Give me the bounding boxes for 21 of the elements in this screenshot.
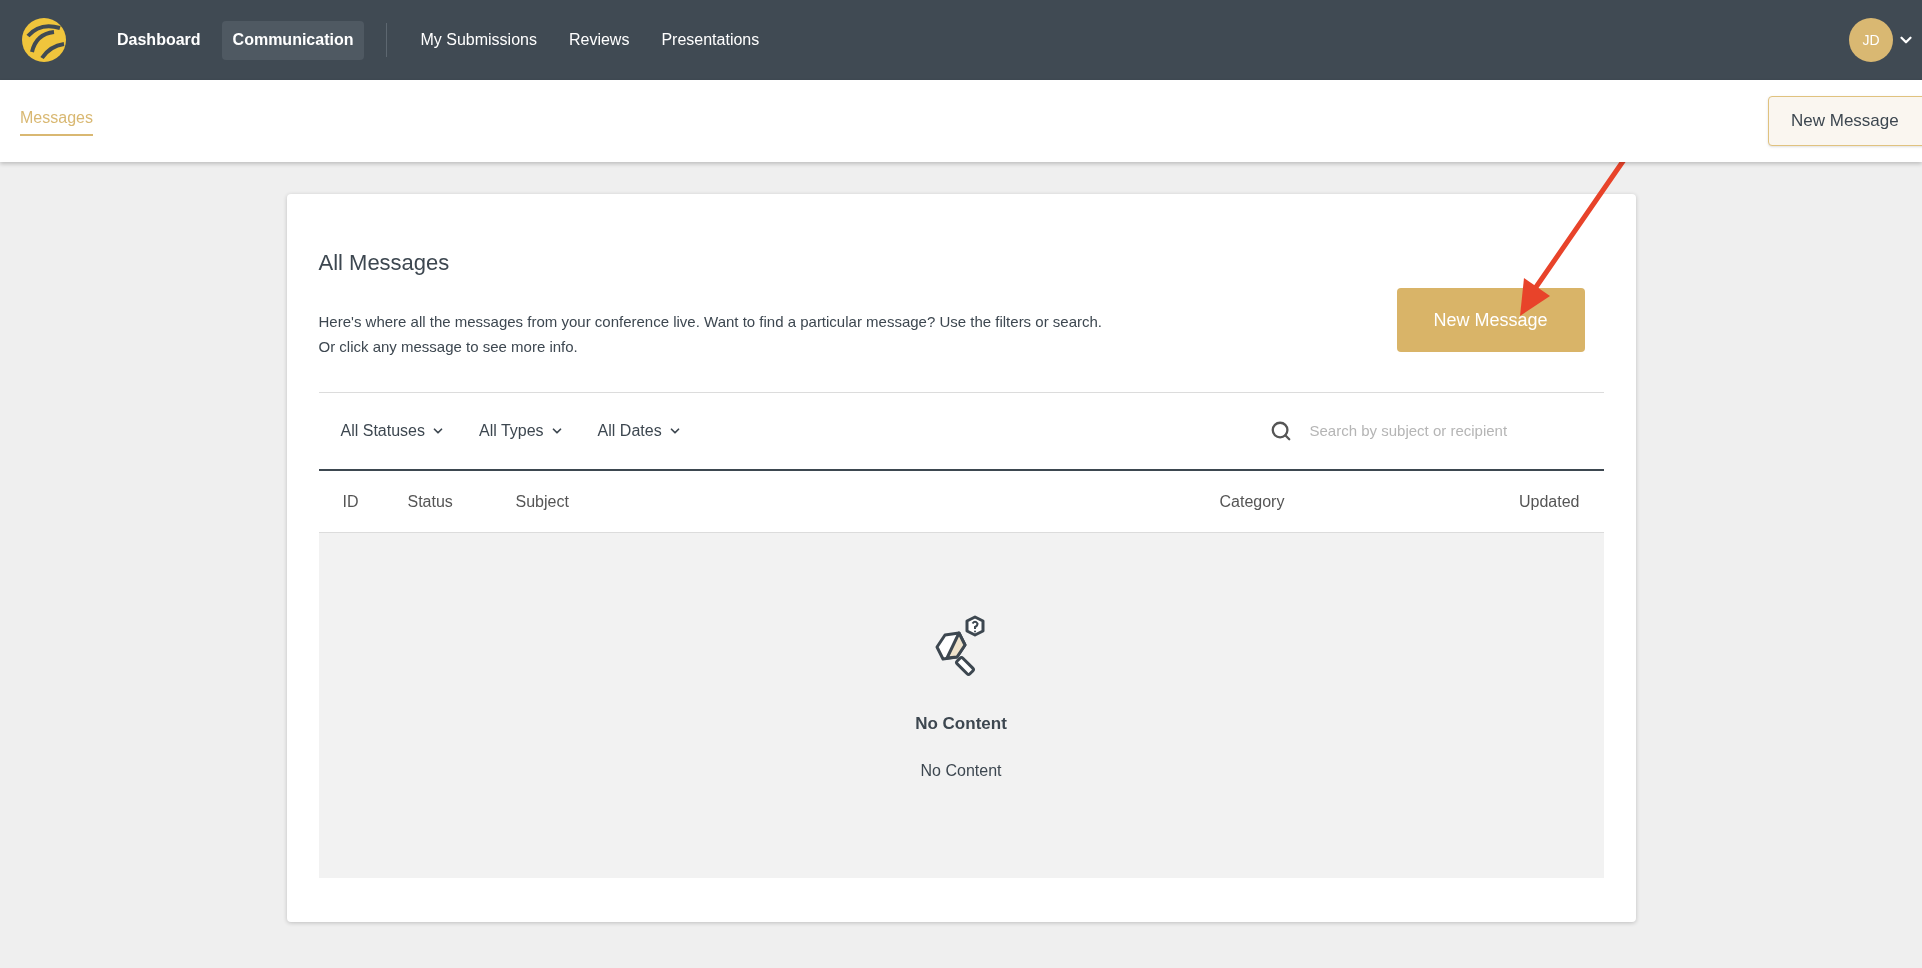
new-message-button[interactable]: New Message — [1768, 96, 1922, 146]
column-header: Subject — [515, 492, 569, 510]
column-header: Status — [407, 492, 453, 510]
card-description: Here's where all the messages from your conference live. Want to find a particular message? Use the filters or search. Or click any message to see more info. — [318, 312, 1103, 357]
filter-dropdown[interactable]: All Statuses — [340, 419, 445, 443]
nav-tab[interactable]: My Submissions — [409, 20, 548, 60]
column-header: Updated — [1519, 492, 1580, 510]
column-header: Category — [1219, 492, 1285, 510]
nav-tab[interactable]: Dashboard — [106, 20, 212, 60]
empty-text: No Content — [920, 760, 1002, 781]
card-title: All Messages — [318, 249, 451, 277]
column-header: ID — [342, 492, 359, 510]
search-icon — [1269, 420, 1292, 442]
filter-dropdown[interactable]: All Types — [479, 419, 564, 443]
nav-tab[interactable]: Reviews — [557, 20, 641, 60]
filter-dropdown[interactable]: All Dates — [597, 419, 682, 443]
empty-title: No Content — [915, 713, 1007, 735]
logo-icon[interactable] — [20, 16, 68, 64]
nav-tab[interactable]: Presentations — [650, 20, 771, 60]
search-field[interactable]: Search by subject or recipient — [1269, 419, 1582, 443]
nav-tab[interactable]: Communication — [221, 20, 365, 60]
